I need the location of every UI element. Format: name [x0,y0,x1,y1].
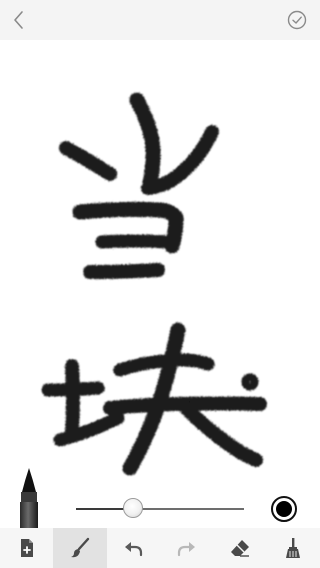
drawing-canvas[interactable] [0,40,320,488]
done-button[interactable] [286,9,308,31]
brush-tool-button[interactable] [53,528,107,568]
new-page-button[interactable] [0,528,53,568]
top-bar [0,0,320,40]
handwriting-strokes [41,92,267,476]
stroke [59,141,117,181]
check-circle-icon [287,10,307,30]
brush-size-thumb[interactable] [123,498,144,518]
brush-icon [70,537,90,558]
broom-icon [286,538,301,558]
color-picker-button[interactable] [271,496,297,522]
brush-size-slider[interactable] [76,508,244,510]
stroke [65,359,80,439]
undo-button[interactable] [107,528,160,568]
chevron-left-icon [14,11,23,29]
bottom-toolbar [0,528,320,568]
eraser-icon [230,540,249,557]
stroke [241,373,259,391]
eraser-button[interactable] [213,528,266,568]
clear-button[interactable] [267,528,320,568]
undo-icon [125,542,143,557]
stroke [41,381,105,397]
redo-icon [177,542,195,557]
stroke [179,401,263,467]
redo-button[interactable] [160,528,213,568]
stroke [95,234,175,249]
current-color-swatch [276,501,292,517]
stroke [129,92,161,190]
page-plus-icon [20,539,33,557]
back-button[interactable] [8,8,32,32]
brush-controls [0,488,320,528]
stroke [83,263,165,279]
